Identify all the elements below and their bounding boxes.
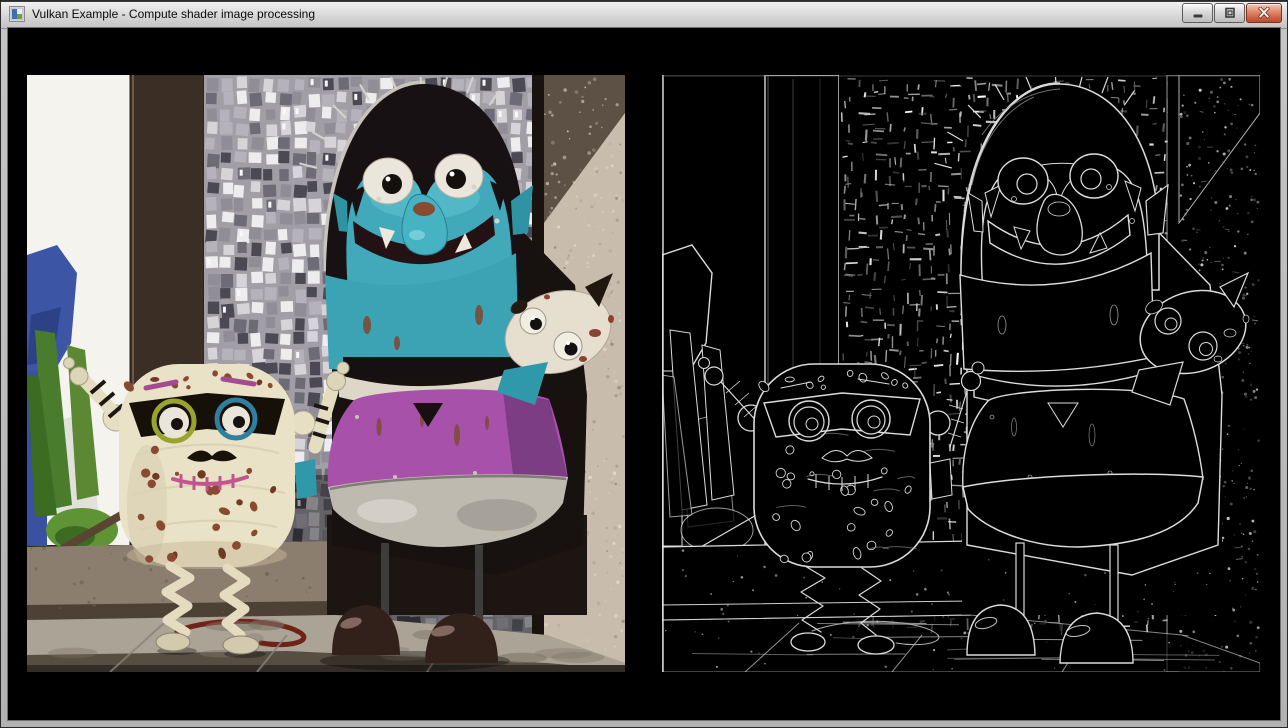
app-icon[interactable] [9, 6, 25, 22]
source-image [27, 75, 625, 672]
minimize-icon [1192, 7, 1204, 19]
close-icon [1258, 7, 1270, 19]
window-controls [1181, 2, 1282, 23]
close-button[interactable] [1246, 3, 1282, 23]
maximize-button[interactable] [1214, 3, 1245, 23]
maximize-icon [1224, 7, 1236, 19]
compute-shader-output-image [662, 75, 1260, 672]
titlebar[interactable]: Vulkan Example - Compute shader image pr… [1, 2, 1287, 29]
client-area [8, 28, 1280, 720]
app-window: Vulkan Example - Compute shader image pr… [0, 0, 1288, 728]
window-title: Vulkan Example - Compute shader image pr… [32, 2, 315, 28]
minimize-button[interactable] [1182, 3, 1213, 23]
